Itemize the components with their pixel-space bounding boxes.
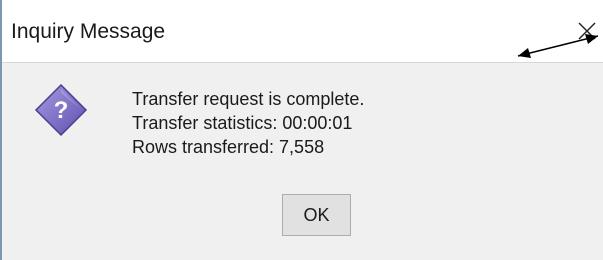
dialog-body: ? Transfer request is complete. Transfer… — [2, 63, 603, 260]
message-text: Transfer request is complete. Transfer s… — [132, 87, 364, 159]
inquiry-message-dialog: Inquiry Message ? Transfer request is co… — [0, 0, 603, 260]
close-icon — [578, 22, 596, 40]
close-button[interactable] — [562, 12, 602, 48]
question-icon: ? — [34, 83, 88, 137]
message-line-status: Transfer request is complete. — [132, 89, 365, 109]
svg-text:?: ? — [54, 97, 69, 124]
dialog-title: Inquiry Message — [11, 20, 166, 43]
message-line-statistics: Transfer statistics: 00:00:01 — [132, 113, 353, 133]
message-line-rows: Rows transferred: 7,558 — [132, 137, 325, 157]
title-bar: Inquiry Message — [2, 0, 603, 63]
ok-button[interactable]: OK — [282, 194, 351, 236]
